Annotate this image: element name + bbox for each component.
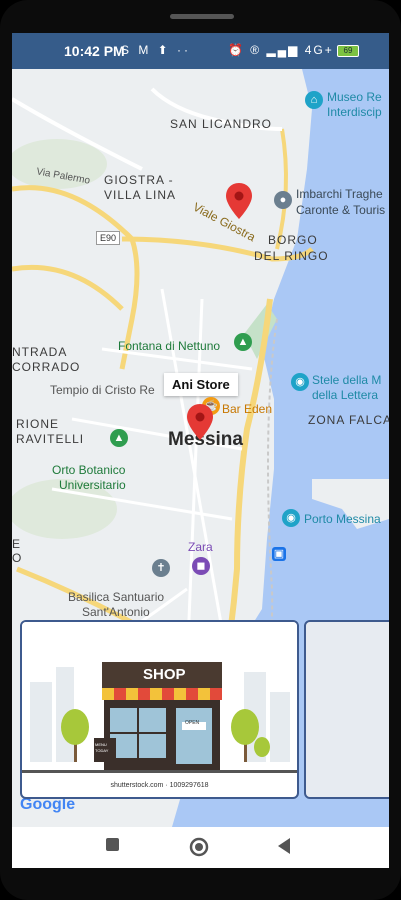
label-borgo-1: BORGO [268,233,318,247]
label-fontana: Fontana di Nettuno [118,339,221,353]
label-porto: Porto Messina [304,512,381,526]
screen: 10:42 PM S M ⬆ ·· ⏰ ® ▂▄▆ 4G+ ◠ 69 SAN L… [12,33,389,868]
system-icons: ⏰ ® ▂▄▆ 4G+ ◠ [228,43,352,57]
label-orto-1: Orto Botanico [52,463,126,477]
label-zara: Zara [188,540,213,554]
speaker [170,14,234,19]
label-basilica-1: Basilica Santuario [68,590,165,604]
result-card-ani-store[interactable]: SHOP OPEN MENU TODAY shutterstock.com · … [20,620,299,799]
shopping-icon[interactable]: ◼ [192,557,210,575]
label-side-2: O [12,551,23,565]
awning [102,688,222,700]
road-badge-e90: E90 [96,231,121,245]
shop-sign-text: SHOP [143,666,186,683]
museum-icon[interactable]: ⌂ [305,91,323,109]
label-imbarchi-2: Caronte & Touris [296,203,386,217]
park-icon[interactable]: ▲ [110,429,128,447]
label-tempio: Tempio di Cristo Re [50,383,155,397]
label-giostra-1: GIOSTRA - [104,173,174,187]
label-museo-1: Museo Re [327,90,382,104]
label-stele-2: della Lettera [312,388,379,402]
label-bar-eden: Bar Eden [222,402,273,416]
port-icon[interactable]: ◉ [282,509,300,527]
ferry-pin-icon[interactable]: ● [274,191,292,209]
shop-illustration [22,622,297,780]
label-borgo-2: DEL RINGO [254,249,329,263]
label-basilica-2: Sant'Antonio [82,605,150,619]
store-pin-icon[interactable] [187,404,213,440]
train-station-icon[interactable]: ▣ [272,547,286,561]
home-button[interactable] [189,837,209,857]
android-nav-bar [12,827,389,868]
phone-frame: 10:42 PM S M ⬆ ·· ⏰ ® ▂▄▆ 4G+ ◠ 69 SAN L… [0,0,401,900]
location-pin-icon[interactable] [226,183,252,219]
label-rione-1: RIONE [16,417,60,431]
label-museo-2: Interdiscip [327,105,382,119]
result-card-second[interactable] [304,620,389,799]
label-side-1: E [12,537,22,551]
label-contrada-1: NTRADA [12,345,68,359]
back-button[interactable] [276,837,292,855]
label-san-licandro: SAN LICANDRO [170,117,273,131]
fountain-icon[interactable]: ▲ [234,333,252,351]
menu-board-text: MENU TODAY [95,742,109,753]
recents-button[interactable] [105,837,121,853]
status-time: 10:42 PM [64,43,125,59]
image-credit: shutterstock.com · 1009297618 [110,782,209,789]
label-stele-1: Stele della M [312,373,382,387]
label-orto-2: Universitario [59,478,126,492]
card-second-image [306,622,389,797]
status-bar: 10:42 PM S M ⬆ ·· ⏰ ® ▂▄▆ 4G+ ◠ 69 [12,33,389,69]
store-info-label[interactable]: Ani Store [164,373,238,396]
battery-icon: 69 [337,45,359,57]
notification-icons: S M ⬆ ·· [121,43,192,57]
label-contrada-2: CORRADO [12,360,81,374]
label-zona-falcata: ZONA FALCA [308,413,389,427]
label-rione-2: RAVITELLI [16,432,85,446]
label-imbarchi-1: Imbarchi Traghe [296,187,383,201]
church-icon[interactable]: ✝ [152,559,170,577]
open-sign-text: OPEN [185,720,200,726]
label-giostra-2: VILLA LINA [104,188,177,202]
monument-icon[interactable]: ◉ [291,373,309,391]
